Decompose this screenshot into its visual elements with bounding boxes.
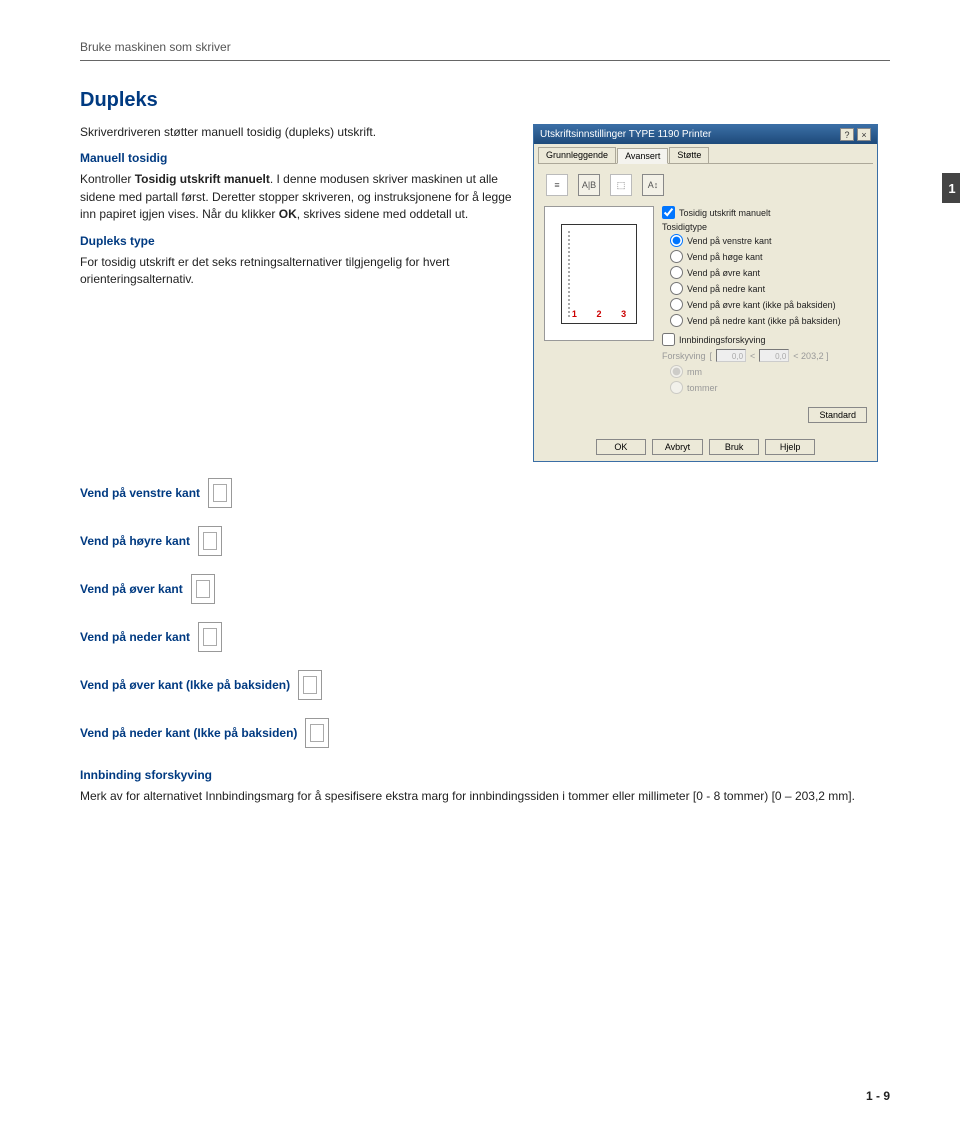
radio-vend-ovre-ikke[interactable]: Vend på øvre kant (ikke på baksiden) <box>670 298 867 311</box>
flip-bottom-noback-icon <box>305 718 329 748</box>
btn-hjelp[interactable]: Hjelp <box>765 439 815 455</box>
dialog-titlebar: Utskriftsinnstillinger TYPE 1190 Printer… <box>534 125 877 144</box>
dialog-window: Utskriftsinnstillinger TYPE 1190 Printer… <box>533 124 878 462</box>
manual-heading: Manuell tosidig <box>80 151 515 165</box>
binding-heading: Innbinding sforskyving <box>80 768 890 782</box>
chk-manual-duplex[interactable]: Tosidig utskrift manuelt <box>662 206 867 219</box>
dialog-title-text: Utskriftsinnstillinger TYPE 1190 Printer <box>540 129 711 140</box>
flip-right-icon <box>198 526 222 556</box>
vend-option-1: Vend på venstre kant <box>80 478 890 508</box>
vend-option-3: Vend på øver kant <box>80 574 890 604</box>
type-heading: Dupleks type <box>80 234 515 248</box>
flip-left-icon <box>208 478 232 508</box>
radio-vend-venstre[interactable]: Vend på venstre kant <box>670 234 867 247</box>
tab-grunnleggende[interactable]: Grunnleggende <box>538 147 616 163</box>
flip-bottom-icon <box>198 622 222 652</box>
radio-tommer: tommer <box>670 381 867 394</box>
header-rule <box>80 60 890 61</box>
toolbar-icon-3[interactable]: ⬚ <box>610 174 632 196</box>
main-heading: Dupleks <box>80 89 890 112</box>
page-header: Bruke maskinen som skriver <box>80 40 890 54</box>
flip-top-noback-icon <box>298 670 322 700</box>
dialog-toolbar: ≡ A|B ⬚ A↕ <box>544 170 867 206</box>
binding-offset-row: Forskyving [ 0,0 < 0,0 < 203,2 ] <box>662 349 867 362</box>
vend-option-5: Vend på øver kant (Ikke på baksiden) <box>80 670 890 700</box>
toolbar-icon-4[interactable]: A↕ <box>642 174 664 196</box>
vend-option-4: Vend på neder kant <box>80 622 890 652</box>
flip-top-icon <box>191 574 215 604</box>
btn-bruk[interactable]: Bruk <box>709 439 759 455</box>
dialog-button-row: OK Avbryt Bruk Hjelp <box>534 433 877 461</box>
intro-text: Skriverdriveren støtter manuell tosidig … <box>80 124 515 141</box>
radio-vend-hogre[interactable]: Vend på høge kant <box>670 250 867 263</box>
chk-binding-offset[interactable]: Innbindingsforskyving <box>662 333 867 346</box>
radio-mm: mm <box>670 365 867 378</box>
vend-option-2: Vend på høyre kant <box>80 526 890 556</box>
toolbar-icon-1[interactable]: ≡ <box>546 174 568 196</box>
btn-ok[interactable]: OK <box>596 439 646 455</box>
group-label: Tosidigtype <box>662 222 867 232</box>
toolbar-icon-2[interactable]: A|B <box>578 174 600 196</box>
manual-text: Kontroller Tosidig utskrift manuelt. I d… <box>80 171 515 223</box>
dialog-tabs: Grunnleggende Avansert Støtte <box>534 144 877 163</box>
help-icon[interactable]: ? <box>840 128 854 141</box>
radio-vend-nedre-ikke[interactable]: Vend på nedre kant (ikke på baksiden) <box>670 314 867 327</box>
tab-avansert[interactable]: Avansert <box>617 148 668 164</box>
btn-avbryt[interactable]: Avbryt <box>652 439 703 455</box>
tab-stotte[interactable]: Støtte <box>669 147 709 163</box>
dialog-preview: 1 2 3 <box>544 206 654 341</box>
radio-vend-nedre[interactable]: Vend på nedre kant <box>670 282 867 295</box>
btn-standard[interactable]: Standard <box>808 407 867 423</box>
vend-option-6: Vend på neder kant (Ikke på baksiden) <box>80 718 890 748</box>
chapter-tab: 1 <box>942 173 960 203</box>
page-number: 1 - 9 <box>866 1089 890 1103</box>
binding-text: Merk av for alternativet Innbindingsmarg… <box>80 788 890 805</box>
radio-vend-ovre[interactable]: Vend på øvre kant <box>670 266 867 279</box>
close-icon[interactable]: × <box>857 128 871 141</box>
type-text: For tosidig utskrift er det seks retning… <box>80 254 515 289</box>
